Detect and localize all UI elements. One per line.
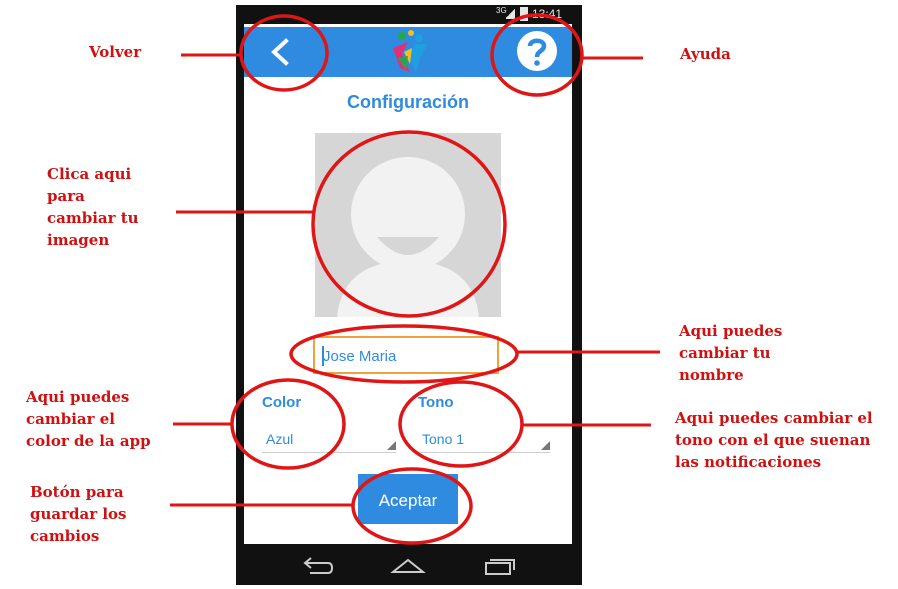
annotation-ayuda: Ayuda — [680, 45, 731, 63]
annotation-line: color de la app — [26, 432, 151, 450]
annotation-imagen: Clica aqui para cambiar tu imagen — [47, 163, 139, 251]
annotation-boton: Botón para guardar los cambios — [30, 481, 127, 547]
annotation-overlay — [170, 13, 660, 545]
annotation-line: Aqui puedes cambiar el — [675, 409, 873, 427]
annotation-line: Aqui puedes — [26, 388, 130, 406]
annotation-line: Aqui puedes — [679, 322, 783, 340]
annotation-line: cambios — [30, 527, 100, 545]
annotation-line: guardar los — [30, 505, 127, 523]
annotation-line: imagen — [47, 231, 110, 249]
annotation-color: Aqui puedes cambiar el color de la app — [26, 386, 151, 452]
annotation-line: las notificaciones — [675, 453, 822, 471]
annotation-tono: Aqui puedes cambiar el tono con el que s… — [675, 407, 873, 473]
annotation-line: cambiar el — [26, 410, 115, 428]
annotation-line: tono con el que suenan — [675, 431, 871, 449]
annotation-line: para — [47, 187, 85, 205]
annotation-nombre: Aqui puedes cambiar tu nombre — [679, 320, 782, 386]
annotation-line: nombre — [679, 366, 744, 384]
annotation-line: cambiar tu — [47, 209, 139, 227]
annotation-volver: Volver — [89, 43, 142, 61]
annotation-line: Clica aqui — [47, 165, 132, 183]
annotation-line: cambiar tu — [679, 344, 771, 362]
annotation-line: Botón para — [30, 483, 124, 501]
